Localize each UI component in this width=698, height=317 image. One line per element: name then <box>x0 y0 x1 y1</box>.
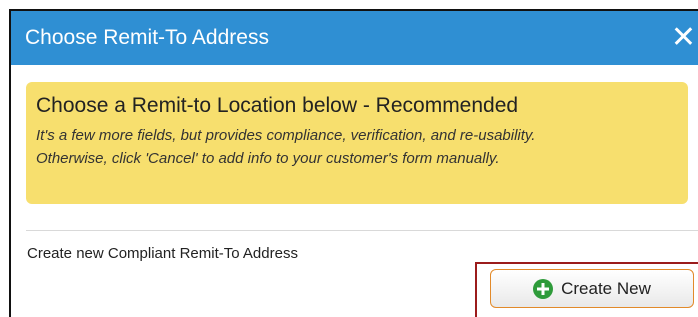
create-new-button-label: Create New <box>561 278 651 298</box>
create-new-button[interactable]: Create New <box>490 269 694 308</box>
banner-description-line-2: Otherwise, click 'Cancel' to add info to… <box>36 150 500 167</box>
dialog-title-bar: Choose Remit-To Address ✕ <box>11 11 698 65</box>
plus-circle-icon <box>533 278 554 299</box>
banner-description-line-1: It's a few more fields, but provides com… <box>36 127 536 144</box>
create-address-label: Create new Compliant Remit-To Address <box>27 245 298 262</box>
recommendation-banner: Choose a Remit-to Location below - Recom… <box>26 82 688 204</box>
remit-to-dialog: Choose Remit-To Address ✕ Choose a Remit… <box>9 9 698 317</box>
close-icon[interactable]: ✕ <box>671 23 698 53</box>
dialog-title: Choose Remit-To Address <box>25 26 269 49</box>
banner-heading: Choose a Remit-to Location below - Recom… <box>36 94 519 117</box>
section-divider <box>26 230 698 231</box>
